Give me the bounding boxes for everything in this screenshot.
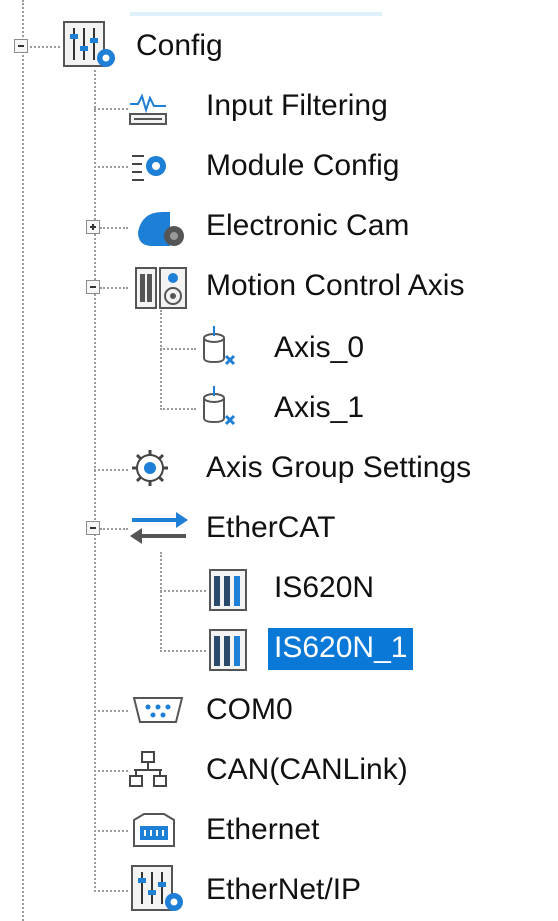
tree-line — [94, 770, 128, 772]
scroll-highlight — [130, 12, 382, 16]
tree-item-module-config[interactable]: Module Config — [206, 146, 399, 188]
axis-0-icon — [198, 326, 238, 366]
tree-item-com0[interactable]: COM0 — [206, 690, 293, 732]
tree-line — [94, 108, 128, 110]
ethernet-ip-icon — [130, 864, 188, 916]
input-filtering-icon — [128, 88, 168, 128]
tree-line — [94, 830, 128, 832]
tree-item-can[interactable]: CAN(CANLink) — [206, 750, 408, 792]
electronic-cam-icon — [128, 206, 188, 252]
tree-line — [160, 590, 206, 592]
tree-item-axis-0[interactable]: Axis_0 — [274, 328, 364, 370]
tree-item-config[interactable]: Config — [136, 26, 223, 68]
network-topology-icon — [128, 750, 168, 790]
module-config-icon — [128, 146, 168, 186]
tree-item-is620n-1[interactable]: IS620N_1 — [268, 628, 414, 670]
tree-line — [100, 227, 128, 229]
axis-1-icon — [198, 386, 238, 426]
tree-item-input-filtering[interactable]: Input Filtering — [206, 86, 388, 128]
servo-drive-icon — [208, 628, 248, 672]
tree-line — [160, 408, 196, 410]
tree-item-ethernet[interactable]: Ethernet — [206, 810, 319, 852]
tree-line — [160, 310, 162, 410]
tree-line — [94, 70, 96, 892]
tree-line — [100, 528, 128, 530]
tree-item-motion-control-axis[interactable]: Motion Control Axis — [206, 266, 464, 308]
tree-line — [100, 287, 128, 289]
tree-item-axis-group-settings[interactable]: Axis Group Settings — [206, 448, 471, 490]
servo-drive-icon — [208, 568, 248, 612]
tree-item-electronic-cam[interactable]: Electronic Cam — [206, 206, 409, 248]
tree-line — [94, 166, 128, 168]
tree-line — [94, 890, 128, 892]
tree-line — [160, 348, 196, 350]
serial-port-icon — [130, 690, 186, 730]
gear-icon — [130, 448, 170, 488]
tree-item-axis-1[interactable]: Axis_1 — [274, 388, 364, 430]
motion-control-axis-icon — [134, 266, 190, 312]
tree-item-is620n[interactable]: IS620N — [274, 568, 374, 610]
collapse-toggle-motion-control-axis[interactable] — [86, 280, 100, 294]
tree-line — [160, 650, 206, 652]
ethercat-arrows-icon — [128, 506, 190, 550]
ethernet-port-icon — [130, 810, 178, 850]
config-icon — [62, 20, 120, 72]
tree-line — [94, 710, 128, 712]
expand-toggle-electronic-cam[interactable] — [86, 220, 100, 234]
collapse-toggle-ethercat[interactable] — [86, 521, 100, 535]
tree-item-ethercat[interactable]: EtherCAT — [206, 508, 335, 550]
tree-line — [22, 0, 24, 921]
tree-line — [94, 469, 128, 471]
tree-item-ethernet-ip[interactable]: EtherNet/IP — [206, 870, 361, 912]
collapse-toggle-config[interactable] — [14, 39, 28, 53]
project-tree: Config Input Filtering Module Config Ele… — [0, 0, 558, 921]
tree-line — [160, 552, 162, 652]
